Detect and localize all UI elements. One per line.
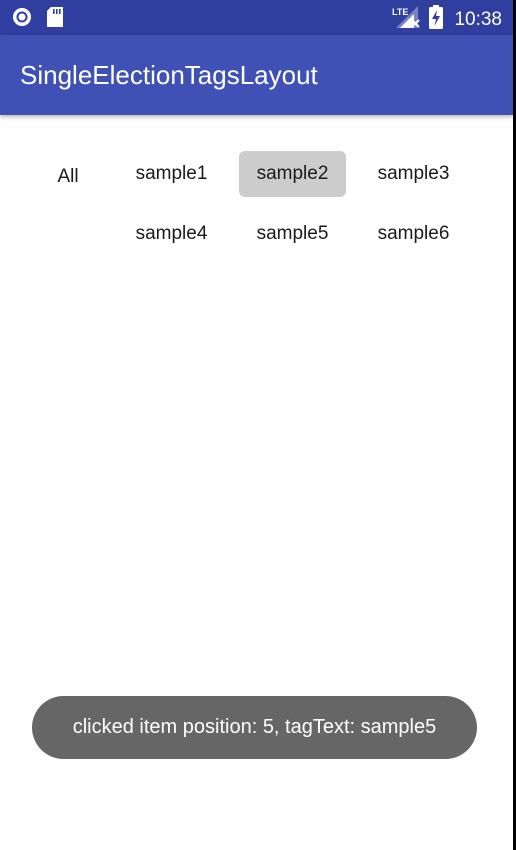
- status-left-icons: [12, 7, 63, 32]
- app-title: SingleElectionTagsLayout: [20, 60, 318, 90]
- sync-circle-icon: [12, 7, 32, 32]
- battery-charging-icon: [429, 5, 444, 34]
- status-bar: LTE 10:38: [0, 0, 513, 35]
- tag-sample4[interactable]: sample4: [118, 211, 225, 257]
- network-type-label: LTE: [392, 7, 408, 17]
- tag-all[interactable]: All: [36, 154, 100, 200]
- status-time: 10:38: [454, 8, 502, 30]
- tag-sample6[interactable]: sample6: [360, 211, 467, 257]
- screen: LTE 10:38 SingleElectionTagsLayout All s…: [0, 0, 513, 850]
- toast-message: clicked item position: 5, tagText: sampl…: [32, 696, 477, 759]
- app-bar: SingleElectionTagsLayout: [0, 35, 513, 115]
- sd-card-icon: [47, 7, 63, 32]
- status-right-icons: LTE 10:38: [392, 5, 502, 34]
- signal-icon: LTE: [392, 5, 422, 34]
- tag-sample1[interactable]: sample1: [118, 151, 225, 197]
- tag-sample3[interactable]: sample3: [360, 151, 467, 197]
- tag-sample2[interactable]: sample2: [239, 151, 346, 197]
- tag-sample5[interactable]: sample5: [239, 211, 346, 257]
